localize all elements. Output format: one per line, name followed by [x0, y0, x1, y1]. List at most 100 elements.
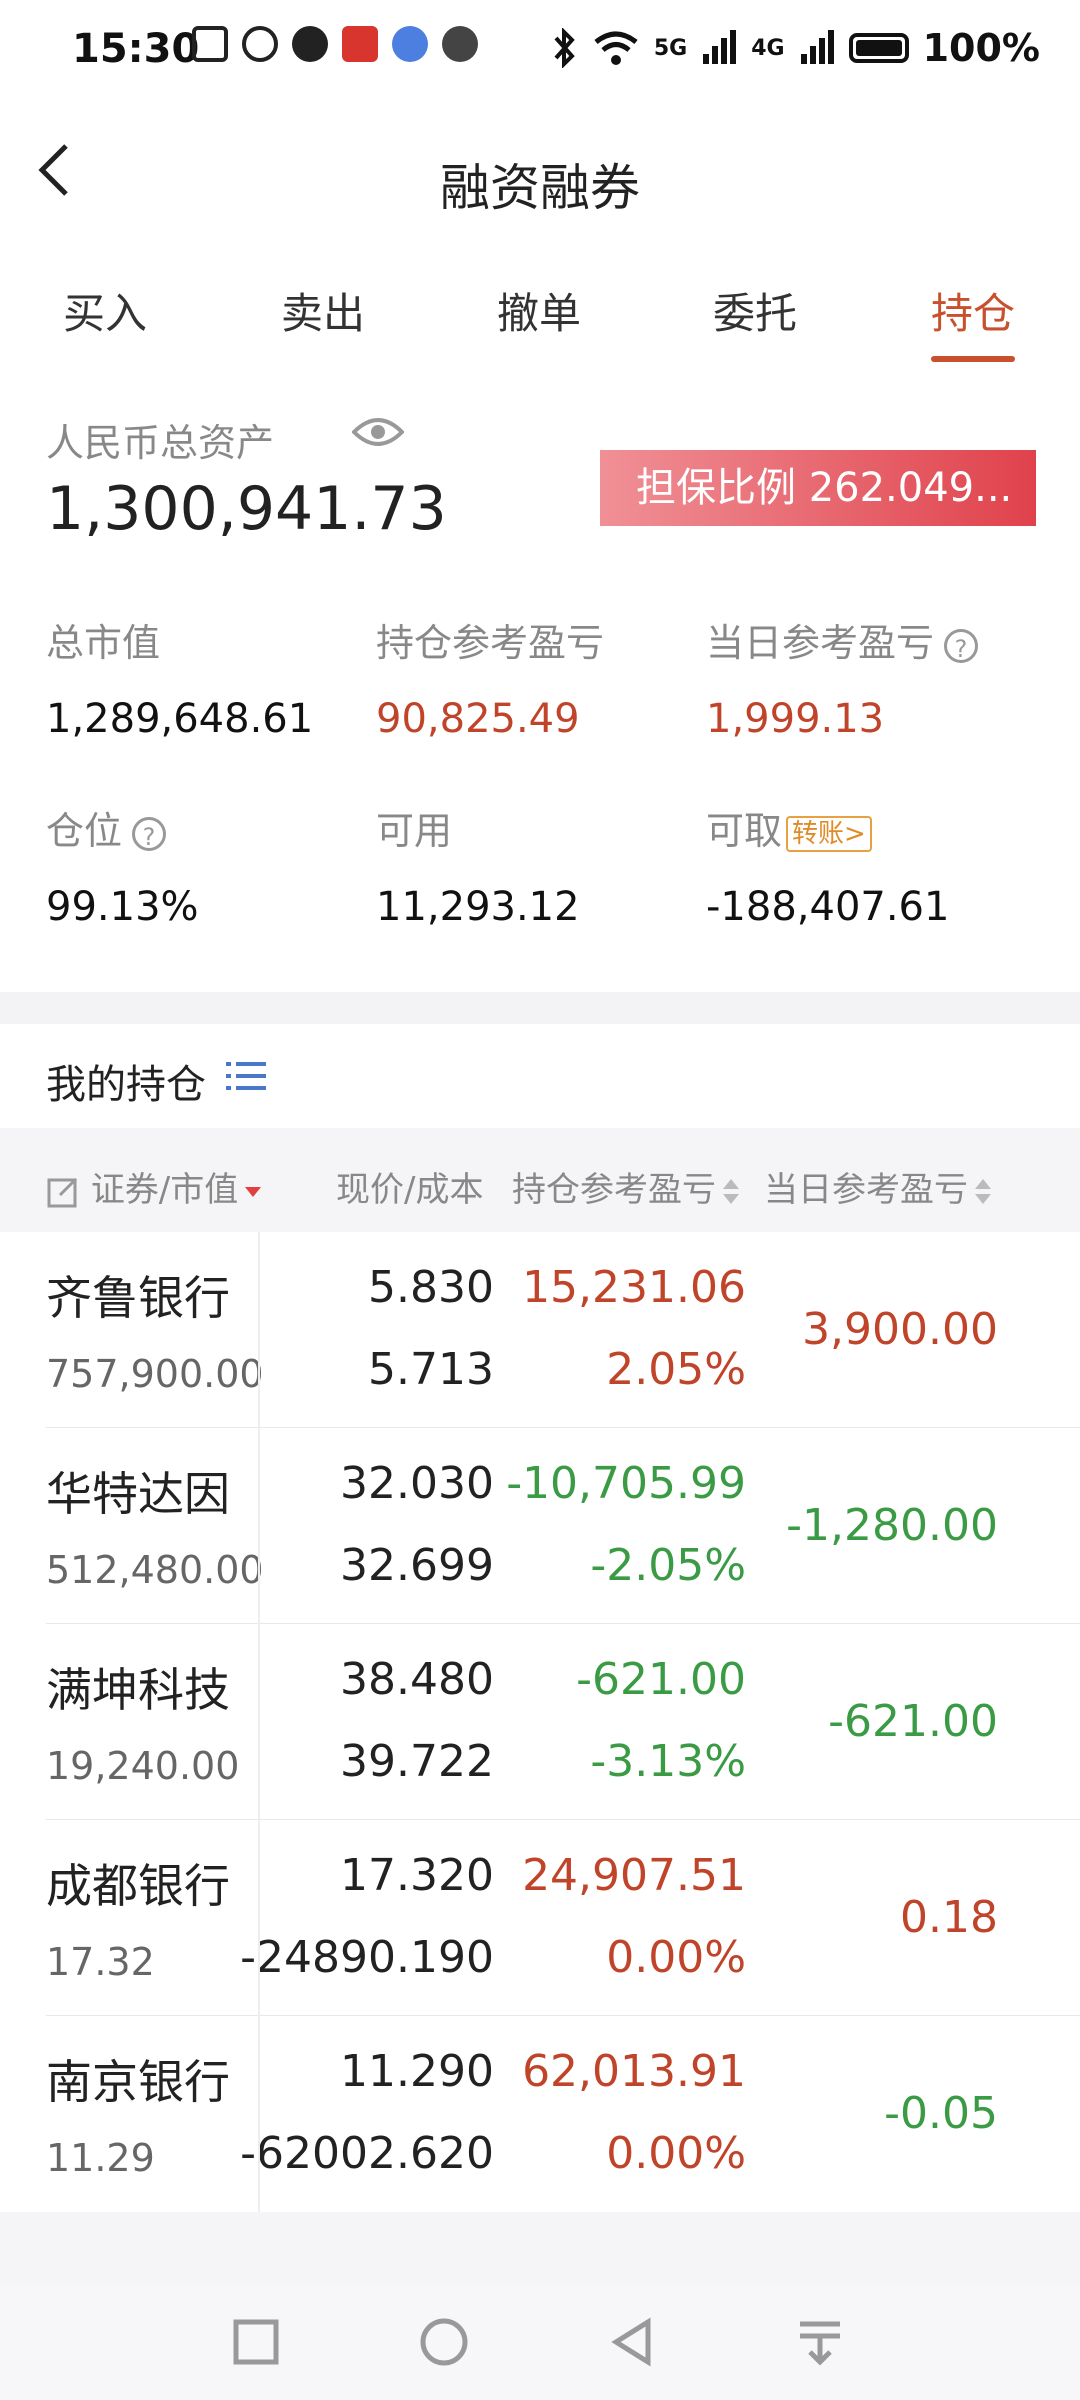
current-price: 32.030	[340, 1458, 494, 1509]
col-day-pl[interactable]: 当日参考盈亏	[764, 1162, 992, 1211]
day-pl: 3,900.00	[802, 1304, 998, 1355]
network-5g: 5G	[653, 35, 688, 61]
total-asset-value: 1,300,941.73	[46, 474, 447, 544]
asset-summary: 人民币总资产 1,300,941.73 担保比例 262.049... 总市值 …	[0, 362, 1080, 992]
edit-icon	[47, 1177, 78, 1207]
security-market-value: 757,900.00	[46, 1352, 264, 1396]
holding-pl: 24,907.51	[522, 1850, 746, 1901]
position-label: 仓位	[46, 809, 123, 853]
table-row[interactable]: 华特达因 512,480.00 32.030 32.699 -10,705.99…	[0, 1428, 1080, 1624]
holding-pl-pct: 0.00%	[606, 2128, 746, 2179]
current-price: 5.830	[368, 1262, 494, 1313]
tab-positions[interactable]: 持仓	[898, 280, 1048, 341]
notification-shade-icon[interactable]	[794, 2316, 846, 2368]
tab-sell[interactable]: 卖出	[248, 280, 398, 341]
nav-bar: 融资融券	[0, 110, 1080, 240]
day-pl-label-wrap: 当日参考盈亏?	[706, 612, 979, 667]
transfer-button[interactable]: 转账>	[786, 815, 872, 852]
app-notification-icon	[342, 26, 378, 62]
position-label-wrap: 仓位?	[46, 800, 167, 855]
home-icon[interactable]	[418, 2316, 470, 2368]
holdings-title: 我的持仓	[46, 1062, 206, 1108]
position-value: 99.13%	[46, 884, 199, 930]
current-price: 11.290	[340, 2046, 494, 2097]
cost-price: 39.722	[340, 1736, 494, 1787]
day-pl: -0.05	[884, 2088, 998, 2139]
battery-level: 100%	[922, 26, 1040, 70]
withdrawable-label-wrap: 可取 转账>	[706, 800, 872, 855]
column-separator	[258, 1232, 260, 2212]
holding-pl-pct: -2.05%	[590, 1540, 746, 1591]
col-holding-pl[interactable]: 持仓参考盈亏	[512, 1162, 740, 1211]
collateral-ratio-badge[interactable]: 担保比例 262.049...	[600, 450, 1036, 526]
browser-icon	[392, 26, 428, 62]
table-row[interactable]: 满坤科技 19,240.00 38.480 39.722 -621.00 -3.…	[0, 1624, 1080, 1820]
security-market-value: 11.29	[46, 2136, 155, 2180]
col-security[interactable]: 证券/市值	[46, 1162, 262, 1211]
security-name: 齐鲁银行	[46, 1271, 230, 1325]
section-divider	[0, 992, 1080, 1024]
col-day-pl-label: 当日参考盈亏	[764, 1170, 968, 1210]
cost-price: 5.713	[368, 1344, 494, 1395]
bottom-spacer	[0, 2212, 1080, 2284]
withdrawable-value: -188,407.61	[706, 884, 950, 930]
back-icon[interactable]	[606, 2316, 658, 2368]
signal-icon-2	[800, 30, 834, 64]
cost-price: -62002.620	[240, 2128, 494, 2179]
status-time: 15:30	[72, 26, 200, 72]
holding-pl-pct: 2.05%	[606, 1344, 746, 1395]
col-security-label: 证券/市值	[90, 1170, 239, 1210]
signal-icon	[703, 30, 737, 64]
status-right: 5G 4G 100%	[552, 26, 1040, 70]
day-pl: 0.18	[900, 1892, 998, 1943]
tab-buy[interactable]: 买入	[30, 280, 180, 341]
help-icon[interactable]: ?	[944, 628, 979, 663]
tab-bar: 买入 卖出 撤单 委托 持仓	[0, 270, 1080, 363]
holding-pl-value: 90,825.49	[376, 696, 580, 742]
holding-pl: 15,231.06	[522, 1262, 746, 1313]
current-price: 38.480	[340, 1654, 494, 1705]
security-market-value: 512,480.00	[46, 1548, 264, 1592]
table-row[interactable]: 齐鲁银行 757,900.00 5.830 5.713 15,231.06 2.…	[0, 1232, 1080, 1428]
security-name: 华特达因	[46, 1467, 230, 1521]
holding-pl: -10,705.99	[506, 1458, 746, 1509]
list-icon[interactable]	[226, 1060, 266, 1092]
system-nav-bar	[0, 2284, 1080, 2400]
table-header: 证券/市值 现价/成本 持仓参考盈亏 当日参考盈亏	[0, 1128, 1080, 1232]
security-market-value: 17.32	[46, 1940, 155, 1984]
withdrawable-label: 可取	[706, 809, 783, 853]
sort-desc-icon	[244, 1177, 262, 1207]
security-name: 满坤科技	[46, 1663, 230, 1717]
security-market-value: 19,240.00	[46, 1744, 240, 1788]
holding-pl-label: 持仓参考盈亏	[376, 621, 605, 665]
tab-cancel[interactable]: 撤单	[464, 280, 614, 341]
market-value-label: 总市值	[46, 621, 161, 665]
security-name: 成都银行	[46, 1859, 230, 1913]
day-pl-label: 当日参考盈亏	[706, 621, 935, 665]
col-holding-pl-label: 持仓参考盈亏	[512, 1170, 716, 1210]
day-pl: -621.00	[828, 1696, 998, 1747]
security-name: 南京银行	[46, 2055, 230, 2109]
holding-pl-pct: 0.00%	[606, 1932, 746, 1983]
col-price-cost: 现价/成本	[336, 1170, 484, 1210]
wifi-icon	[594, 31, 638, 65]
available-value: 11,293.12	[376, 884, 580, 930]
message-icon	[292, 26, 328, 62]
help-icon-position[interactable]: ?	[132, 816, 167, 851]
battery-icon	[848, 33, 909, 63]
table-row[interactable]: 成都银行 17.32 17.320 -24890.190 24,907.51 0…	[0, 1820, 1080, 2016]
holdings-table: 齐鲁银行 757,900.00 5.830 5.713 15,231.06 2.…	[0, 1232, 1080, 2212]
recent-apps-icon[interactable]	[230, 2316, 282, 2368]
status-bar: 15:30 5G 4G 100%	[0, 0, 1080, 100]
day-pl: -1,280.00	[786, 1500, 998, 1551]
tab-orders[interactable]: 委托	[680, 280, 830, 341]
page-title: 融资融券	[440, 159, 640, 217]
eye-icon[interactable]	[352, 412, 404, 452]
day-pl-value: 1,999.13	[706, 696, 885, 742]
total-asset-label: 人民币总资产	[46, 421, 275, 465]
holding-pl: 62,013.91	[522, 2046, 746, 2097]
alarm-icon	[242, 26, 278, 62]
sort-icon-day	[974, 1177, 992, 1207]
cost-price: -24890.190	[240, 1932, 494, 1983]
table-row[interactable]: 南京银行 11.29 11.290 -62002.620 62,013.91 0…	[0, 2016, 1080, 2212]
